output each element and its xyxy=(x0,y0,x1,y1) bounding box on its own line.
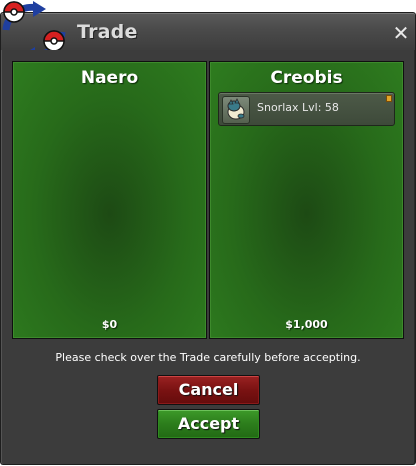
player-name: Creobis xyxy=(270,68,343,88)
player-name: Naero xyxy=(80,68,139,88)
confirm-notice: Please check over the Trade carefully be… xyxy=(55,351,361,364)
trade-item[interactable]: Snorlax Lvl: 58 xyxy=(218,92,395,126)
trade-window: Trade ✕ Naero $0 Creobis Snorlax Lvl: 58… xyxy=(0,0,416,466)
money-amount: $1,000 xyxy=(285,318,328,331)
money-amount: $0 xyxy=(101,318,118,331)
cancel-button[interactable]: Cancel xyxy=(157,375,260,405)
lock-icon xyxy=(386,95,392,102)
close-icon[interactable]: ✕ xyxy=(390,22,412,44)
snorlax-icon xyxy=(222,96,250,124)
window-title: Trade xyxy=(77,21,138,43)
item-label: Snorlax Lvl: 58 xyxy=(257,101,339,114)
accept-button[interactable]: Accept xyxy=(157,409,260,439)
offer-pane-self[interactable]: Naero $0 xyxy=(12,61,207,339)
offer-pane-partner[interactable]: Creobis Snorlax Lvl: 58 $1,000 xyxy=(209,61,404,339)
